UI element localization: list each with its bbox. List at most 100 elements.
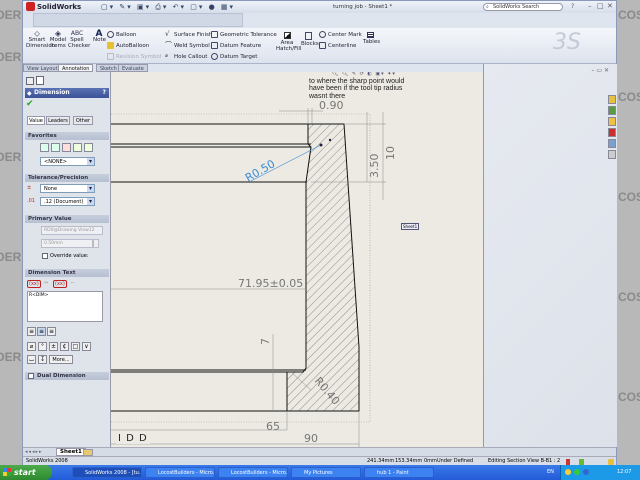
search-input[interactable]: ⌕ SolidWorks Search <box>483 3 563 11</box>
tolerance-header[interactable]: Tolerance/Precision <box>25 174 109 182</box>
dim-90[interactable]: 90 <box>304 432 318 445</box>
center-mark-button[interactable]: Center Mark <box>319 31 362 38</box>
file-explorer-icon[interactable] <box>608 117 616 126</box>
geometric-tolerance-button[interactable]: Geometric Tolerance <box>211 31 277 38</box>
diameter-symbol-icon[interactable]: ⌀ <box>27 342 36 351</box>
selection-handle[interactable] <box>319 143 323 147</box>
drawing-canvas[interactable]: 0.90 3.50 10 R0.50 71.95±0.05 7 R0.40 65… <box>111 72 483 447</box>
value-spinner[interactable] <box>93 239 99 248</box>
datum-feature-button[interactable]: Datum Feature <box>211 42 261 49</box>
feature-tree-tab-icon[interactable] <box>26 77 34 85</box>
centerline-button[interactable]: Centerline <box>319 42 356 49</box>
dim-r0-50[interactable]: R0.50 <box>243 157 277 184</box>
resources-icon[interactable] <box>608 95 616 104</box>
degree-symbol-icon[interactable]: ° <box>38 342 47 351</box>
tray-icon[interactable] <box>574 469 580 475</box>
dimension-text-header[interactable]: Dimension Text <box>25 269 109 277</box>
smart-dimension-button[interactable]: ⬦ Smart Dimension <box>26 30 55 50</box>
tab-leaders[interactable]: Leaders <box>46 116 70 125</box>
ok-checkmark-icon[interactable]: ✔ <box>26 99 34 109</box>
help-button[interactable]: ? <box>571 3 574 10</box>
dual-dimension-header[interactable]: Dual Dimension <box>25 372 109 380</box>
align-center-icon[interactable]: ≡ <box>37 327 46 336</box>
center-dimension-icon[interactable]: ↔ <box>44 280 48 286</box>
minimize-button[interactable]: – <box>588 2 592 10</box>
load-favorite-icon[interactable] <box>84 143 93 152</box>
appearances-icon[interactable] <box>608 150 616 159</box>
precision-select[interactable]: .12 (Document) <box>40 197 95 206</box>
surface-finish-button[interactable]: √ Surface Finish <box>165 31 212 39</box>
dim-3-50[interactable]: 3.50 <box>368 154 381 179</box>
override-value-checkbox[interactable] <box>42 253 48 259</box>
drawing-svg[interactable]: 0.90 3.50 10 R0.50 71.95±0.05 7 R0.40 65… <box>111 72 483 447</box>
save-favorite-icon[interactable] <box>73 143 82 152</box>
model-items-button[interactable]: ◈ Model Items <box>49 30 67 50</box>
weld-symbol-button[interactable]: ⌒ Weld Symbol <box>165 42 210 50</box>
start-button[interactable]: start <box>0 465 52 480</box>
align-left-icon[interactable]: ≡ <box>27 327 36 336</box>
align-right-icon[interactable]: ≡ <box>47 327 56 336</box>
help-button[interactable]: ? <box>103 88 106 98</box>
taskbar-item[interactable]: LocostBuilders - Micro... <box>145 467 215 478</box>
add-parentheses-icon[interactable]: (xx) <box>27 280 41 288</box>
task-pane-controls[interactable]: – ▭ ✕ <box>591 67 609 74</box>
selection-handle[interactable] <box>328 138 332 142</box>
dim-7[interactable]: 7 <box>259 338 272 345</box>
more-symbols-dropdown-icon[interactable]: ∨ <box>82 342 91 351</box>
sheet-nav-arrows[interactable]: ◂◂◂▸▸ <box>25 449 43 455</box>
dual-dimension-checkbox[interactable] <box>28 373 34 379</box>
tab-evaluate[interactable]: Evaluate <box>118 64 148 72</box>
plus-minus-symbol-icon[interactable]: ± <box>49 342 58 351</box>
taskbar-item[interactable]: hub 1 - Paint <box>364 467 434 478</box>
heads-up-view-toolbar[interactable]: 🔍︎ 🔍︎ ✎ ⟳ ◐ ▣▾ ✦▾ <box>332 72 396 77</box>
depth-symbol-icon[interactable]: ↧ <box>38 355 47 364</box>
favorites-select[interactable]: <NONE> <box>40 157 95 166</box>
add-favorite-icon[interactable] <box>51 143 60 152</box>
quick-access-toolbar[interactable]: ▢▾ ✎▾ ▣▾ ⎙▾ ↶▾ ▢▾ ● ▦▾ <box>101 3 235 12</box>
tab-view-layout[interactable]: View Layout <box>23 64 62 72</box>
offset-text-icon[interactable]: ⌐ <box>71 280 75 286</box>
property-manager-tab-icon[interactable] <box>36 76 44 85</box>
close-button[interactable]: ✕ <box>607 2 613 10</box>
tab-other[interactable]: Other <box>73 116 93 125</box>
design-library-icon[interactable] <box>608 106 616 115</box>
inspection-dimension-icon[interactable]: (xx) <box>53 280 67 288</box>
hole-callout-button[interactable]: ⌀ Hole Callout <box>165 53 207 60</box>
tab-value[interactable]: Value <box>27 116 45 125</box>
sheet-tab-sheet1[interactable]: Sheet1 <box>56 448 86 456</box>
blocks-button[interactable]: Blocks <box>301 32 319 47</box>
spell-checker-button[interactable]: ABC Spell Checker <box>68 31 90 50</box>
add-sheet-icon[interactable] <box>83 449 93 456</box>
search-results-icon[interactable] <box>608 128 616 137</box>
tab-annotation[interactable]: Annotation <box>58 64 94 72</box>
revision-symbol-button[interactable]: Revision Symbol <box>107 53 161 60</box>
square-symbol-icon[interactable]: □ <box>71 342 80 351</box>
area-hatch-button[interactable]: Area Hatch/Fill <box>276 32 301 52</box>
delete-favorite-icon[interactable] <box>62 143 71 152</box>
section-hatch-region[interactable] <box>286 123 360 412</box>
note-button[interactable]: A Note <box>93 30 106 44</box>
dim-71-95[interactable]: 71.95±0.05 <box>238 277 303 290</box>
datum-target-button[interactable]: Datum Target <box>211 53 257 60</box>
tolerance-type-select[interactable]: None <box>40 184 95 193</box>
more-symbols-button[interactable]: More... <box>49 355 73 364</box>
dim-10[interactable]: 10 <box>384 146 397 160</box>
autoballoon-button[interactable]: AutoBalloon <box>107 42 149 49</box>
tray-icon[interactable] <box>565 469 571 475</box>
primary-value-header[interactable]: Primary Value <box>25 215 109 223</box>
dimension-name-field[interactable]: RD0@Drawing View12 <box>41 226 103 235</box>
apply-favorite-icon[interactable] <box>40 143 49 152</box>
dim-65[interactable]: 65 <box>266 420 280 433</box>
taskbar-item[interactable]: LocostBuilders - Micro... <box>218 467 288 478</box>
counterbore-symbol-icon[interactable]: ⌴ <box>27 355 36 364</box>
tray-icon[interactable] <box>583 469 589 475</box>
favorites-header[interactable]: Favorites <box>25 132 109 140</box>
view-toolbar[interactable] <box>33 13 243 27</box>
maximize-button[interactable]: □ <box>597 2 604 10</box>
centerline-symbol-icon[interactable]: ¢ <box>60 342 69 351</box>
dimension-text-area[interactable]: R<DIM> <box>27 291 103 322</box>
dim-0-90[interactable]: 0.90 <box>319 99 344 112</box>
taskbar-item[interactable]: SolidWorks 2008 - [tu... <box>72 467 142 478</box>
dimension-value-field[interactable]: 0.50mm <box>41 239 93 248</box>
taskbar-item[interactable]: My Pictures <box>291 467 361 478</box>
